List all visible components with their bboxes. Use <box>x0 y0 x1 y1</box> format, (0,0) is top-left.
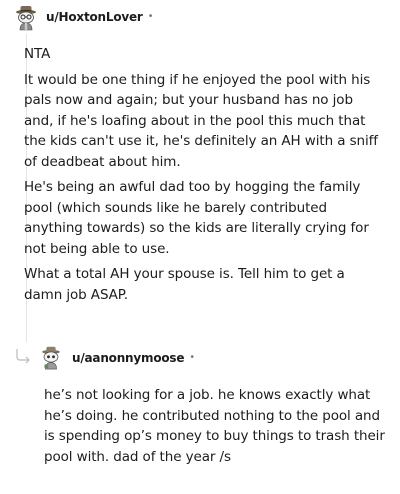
username-link[interactable]: u/aanonnymoose <box>72 351 184 365</box>
snoo-avatar-icon[interactable] <box>12 3 40 31</box>
comment-header: u/HoxtonLover • <box>12 1 154 33</box>
comment-body: NTA It would be one thing if he enjoyed … <box>24 44 386 310</box>
comment-header: u/aanonnymoose • <box>38 342 195 374</box>
comment-body: he’s not looking for a job. he knows exa… <box>44 385 386 467</box>
comment-paragraph: It would be one thing if he enjoyed the … <box>24 71 378 170</box>
username-link[interactable]: u/HoxtonLover <box>46 10 143 24</box>
comment-paragraph: He's being an awful dad too by hogging t… <box>24 179 369 257</box>
comment-paragraph: he’s not looking for a job. he knows exa… <box>44 387 385 465</box>
comment-paragraph: NTA <box>24 46 51 62</box>
separator-dot: • <box>147 11 154 22</box>
snoo-avatar-icon[interactable] <box>38 344 66 372</box>
separator-dot: • <box>189 352 196 363</box>
reply-arrow-icon <box>16 349 30 364</box>
comment-paragraph: What a total AH your spouse is. Tell him… <box>24 266 345 303</box>
